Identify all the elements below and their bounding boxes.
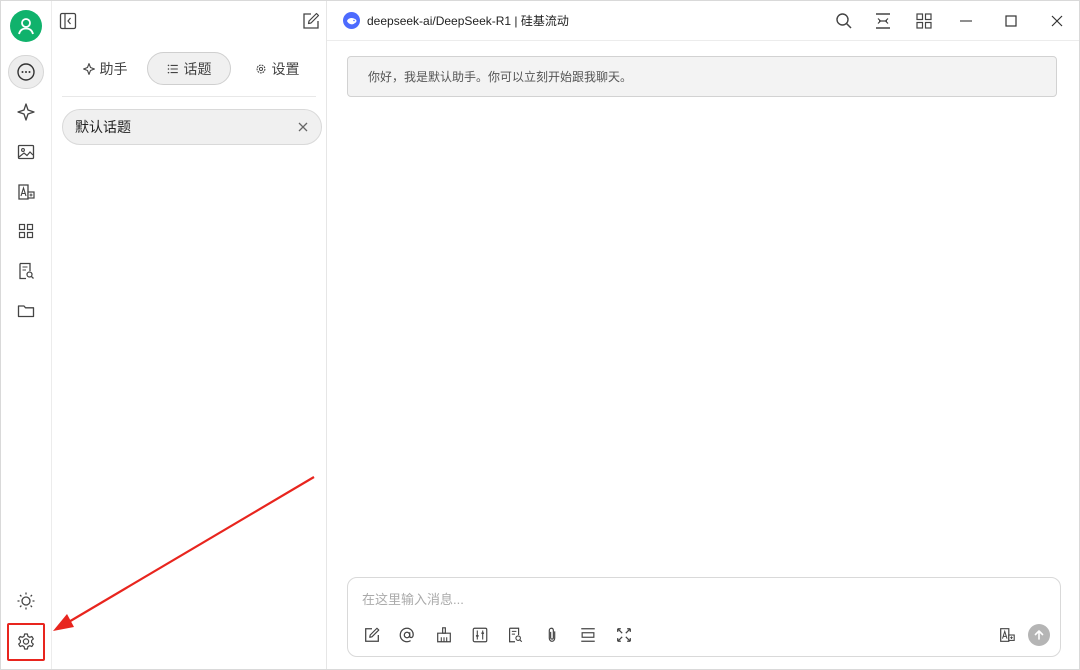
message-composer [347,577,1061,657]
parameters-button[interactable] [469,624,491,646]
translate-icon [1000,628,1015,642]
layout-button[interactable] [912,9,936,33]
sidebar-item-files[interactable] [8,294,44,328]
broom-icon [437,627,451,643]
sun-icon [17,592,35,610]
sidebar-collapse-icon [59,12,77,30]
send-button[interactable] [1028,624,1050,646]
grid-icon [18,223,34,239]
doc-search-icon [509,627,523,643]
fullscreen-icon [617,628,631,642]
topic-panel: 助手 话题 设置 默认话题 [52,1,327,669]
image-icon [17,144,35,160]
close-icon [1051,15,1063,27]
new-topic-button[interactable] [301,11,321,31]
sidebar-item-assistant[interactable] [8,95,44,129]
user-icon [18,18,34,35]
edit-icon [365,627,380,642]
folder-icon [17,305,35,318]
narrow-mode-button[interactable] [871,9,895,33]
deepseek-logo-icon [343,12,360,29]
sidebar-item-apps[interactable] [8,214,44,248]
toggle-sidebar-button[interactable] [58,11,78,31]
assistant-greeting: 你好，我是默认助手。你可以立刻开始跟我聊天。 [347,56,1057,97]
narrow-mode-icon [876,13,890,29]
sidebar-item-painting[interactable] [8,135,44,169]
tab-label: 设置 [271,60,300,77]
minimize-icon [960,20,972,22]
at-icon [399,627,414,643]
message-input[interactable] [362,588,1042,610]
panel-tabs: 助手 话题 设置 [62,51,316,97]
greeting-text: 你好，我是默认助手。你可以立刻开始跟我聊天。 [368,70,633,84]
topic-label: 默认话题 [75,119,131,135]
clear-context-button[interactable] [433,624,455,646]
chat-bubble-icon [17,63,35,81]
model-selector[interactable]: deepseek-ai/DeepSeek-R1 | 硅基流动 [343,12,569,29]
close-topic-button[interactable] [297,121,309,133]
mention-model-button[interactable] [396,624,418,646]
new-topic-tool-button[interactable] [361,624,383,646]
sliders-icon [472,627,488,643]
sparkle-icon [17,103,35,121]
tab-topics[interactable]: 话题 [147,52,231,85]
sidebar-rail [1,1,52,669]
tab-label: 话题 [183,60,212,77]
sparkle-icon [82,62,95,75]
doc-search-icon [19,262,34,280]
grid-icon [916,13,932,29]
sidebar-item-translate[interactable] [8,175,44,209]
minimize-button[interactable] [954,9,978,33]
paperclip-icon [548,627,556,642]
attach-file-button[interactable] [541,624,563,646]
sidebar-item-knowledge[interactable] [8,254,44,288]
translate-input-button[interactable] [996,624,1018,646]
tab-settings[interactable]: 设置 [244,52,310,85]
arrow-up-icon [1034,630,1044,640]
settings-highlight-box [7,623,45,661]
edit-icon [303,12,320,29]
translate-icon [18,184,35,200]
panel-header [52,1,327,41]
search-icon [836,13,852,29]
maximize-icon [1005,15,1017,27]
close-window-button[interactable] [1045,9,1069,33]
topic-item[interactable]: 默认话题 [62,109,322,145]
app-window: 助手 话题 设置 默认话题 deepseek-ai/DeepSeek-R1 | … [0,0,1080,670]
knowledge-base-button[interactable] [504,624,526,646]
tab-assistant[interactable]: 助手 [72,52,138,85]
chat-main: deepseek-ai/DeepSeek-R1 | 硅基流动 你好，我是默认助手… [327,1,1079,669]
maximize-button[interactable] [999,9,1023,33]
expand-input-button[interactable] [577,624,599,646]
title-bar: deepseek-ai/DeepSeek-R1 | 硅基流动 [327,1,1079,41]
search-button[interactable] [832,9,856,33]
sidebar-item-chat[interactable] [8,55,44,89]
expand-vertical-icon [581,628,595,642]
gear-icon [256,64,265,73]
model-label: deepseek-ai/DeepSeek-R1 | 硅基流动 [367,14,569,28]
close-icon [298,122,308,132]
tab-label: 助手 [99,60,128,77]
list-icon [167,64,178,73]
user-avatar[interactable] [10,10,42,42]
theme-toggle-button[interactable] [8,584,44,618]
fullscreen-button[interactable] [613,624,635,646]
